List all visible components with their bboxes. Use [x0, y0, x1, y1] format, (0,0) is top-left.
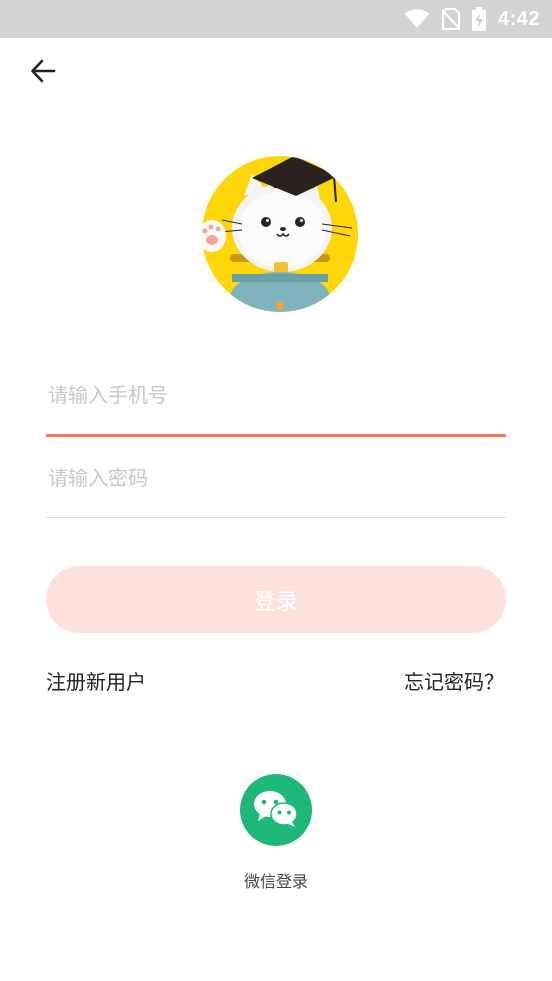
avatar: [202, 156, 358, 312]
password-field[interactable]: [46, 448, 506, 508]
wifi-icon: [404, 9, 430, 29]
cat-graduate-avatar: [202, 156, 358, 312]
phone-field[interactable]: [46, 365, 506, 425]
wechat-login-button[interactable]: [240, 774, 312, 846]
status-time: 4:42: [497, 7, 540, 30]
phone-underline: [46, 434, 506, 437]
status-bar: 4:42: [0, 0, 552, 38]
password-input[interactable]: [46, 466, 506, 490]
password-underline: [46, 517, 506, 518]
status-icons: 4:42: [404, 0, 540, 38]
login-button[interactable]: 登录: [46, 566, 506, 633]
wechat-icon: [252, 788, 300, 832]
phone-input[interactable]: [46, 383, 506, 407]
wechat-login-label: 微信登录: [243, 872, 308, 891]
forgot-password-link[interactable]: 忘记密码？: [404, 666, 504, 695]
back-button[interactable]: [24, 54, 62, 92]
arrow-left-icon: [29, 57, 57, 89]
no-sim-icon: [441, 8, 460, 30]
battery-charging-icon: [471, 7, 486, 31]
register-link[interactable]: 注册新用户: [46, 666, 146, 695]
